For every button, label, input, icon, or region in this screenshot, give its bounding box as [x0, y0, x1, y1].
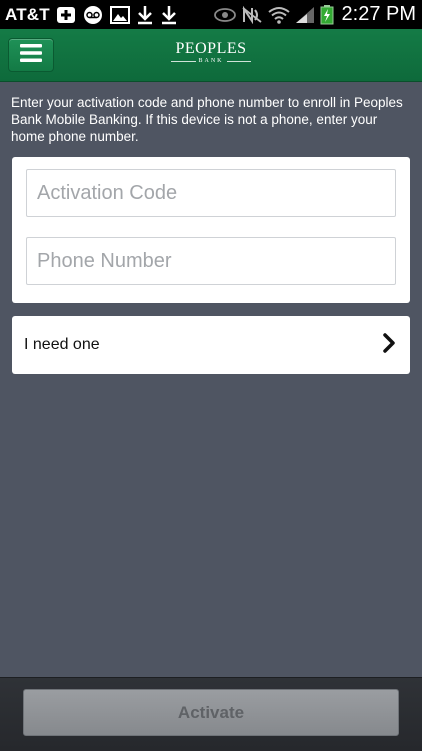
- footer-bar: Activate: [0, 677, 422, 751]
- logo-sub-row: BANK: [171, 58, 252, 65]
- phone-number-input[interactable]: [26, 237, 396, 285]
- signal-icon: [295, 6, 315, 24]
- enroll-instructions: Enter your activation code and phone num…: [11, 95, 403, 144]
- chevron-right-icon: [382, 332, 396, 359]
- peoples-bank-logo: PEOPLES BANK: [171, 40, 252, 69]
- activate-button[interactable]: Activate: [23, 689, 399, 736]
- medical-plus-icon: [56, 5, 76, 25]
- voicemail-icon: [82, 5, 104, 25]
- activation-code-input[interactable]: [26, 169, 396, 217]
- app-header: PEOPLES BANK: [0, 29, 422, 82]
- wifi-icon: [267, 6, 290, 24]
- image-icon: [109, 5, 130, 24]
- need-activation-code-row[interactable]: I need one: [12, 316, 410, 374]
- logo-divider: [226, 61, 252, 62]
- need-one-label: I need one: [24, 336, 100, 353]
- download-icon: [160, 5, 178, 25]
- carrier-label: AT&T: [5, 4, 50, 24]
- download-icon: [136, 5, 154, 25]
- enroll-form-card: [12, 157, 410, 303]
- eye-icon: [213, 7, 236, 23]
- nfc-icon: [241, 5, 263, 24]
- status-bar-right: 2:27 PM: [213, 3, 416, 26]
- menu-button[interactable]: [8, 38, 54, 72]
- clock: 2:27 PM: [341, 3, 416, 25]
- status-bar: AT&T 2:27 PM: [0, 0, 422, 29]
- battery-charging-icon: [320, 4, 334, 25]
- hamburger-menu-icon: [20, 43, 42, 67]
- logo-divider: [171, 61, 196, 62]
- logo-sub-text: BANK: [198, 58, 224, 64]
- status-bar-left: AT&T: [5, 5, 178, 25]
- logo-main-text: PEOPLES: [175, 40, 247, 57]
